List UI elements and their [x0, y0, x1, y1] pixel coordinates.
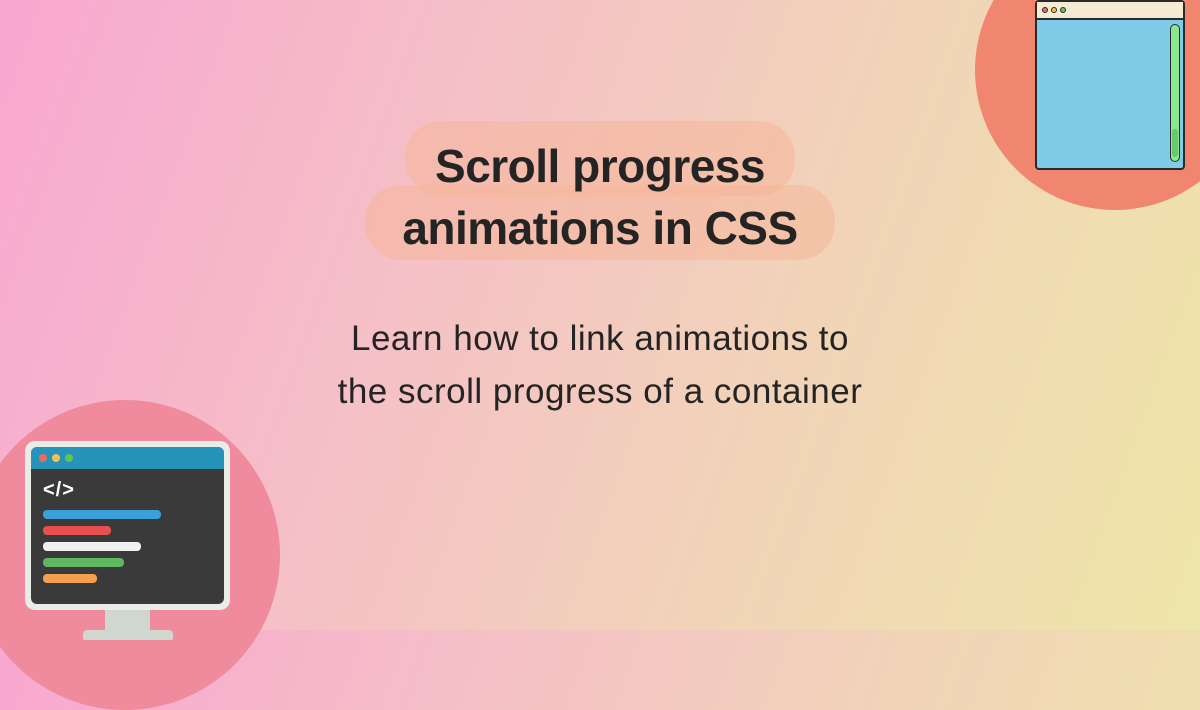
traffic-light-green-icon — [1060, 7, 1066, 13]
code-line — [43, 510, 161, 519]
code-line — [43, 558, 124, 567]
title-line: Scroll progress — [435, 140, 765, 192]
traffic-light-red-icon — [39, 454, 47, 462]
browser-titlebar — [1037, 2, 1183, 20]
hero-content: Scroll progress animations in CSS Learn … — [160, 115, 1040, 418]
code-area: </> — [31, 469, 224, 604]
decoration-circle-bottom-left: </> — [0, 400, 280, 710]
code-line — [43, 526, 111, 535]
monitor-screen: </> — [31, 447, 224, 604]
monitor-base — [83, 630, 173, 640]
page-subtitle: Learn how to link animations to the scro… — [160, 313, 1040, 418]
editor-titlebar — [31, 447, 224, 469]
monitor-bezel: </> — [25, 441, 230, 610]
title-line: animations in CSS — [402, 202, 797, 254]
traffic-light-green-icon — [65, 454, 73, 462]
monitor-stand — [105, 610, 150, 630]
traffic-light-red-icon — [1042, 7, 1048, 13]
code-line — [43, 542, 141, 551]
traffic-light-yellow-icon — [1051, 7, 1057, 13]
code-tag-icon: </> — [43, 479, 212, 502]
monitor-code-icon: </> — [25, 441, 230, 640]
browser-window-icon — [1035, 0, 1185, 170]
scrollbar-icon — [1170, 24, 1180, 162]
traffic-light-yellow-icon — [52, 454, 60, 462]
subtitle-line: Learn how to link animations to — [351, 319, 849, 358]
title-highlight: Scroll progress animations in CSS — [362, 115, 837, 283]
page-title: Scroll progress animations in CSS — [402, 135, 797, 259]
subtitle-line: the scroll progress of a container — [338, 372, 863, 411]
code-line — [43, 574, 97, 583]
